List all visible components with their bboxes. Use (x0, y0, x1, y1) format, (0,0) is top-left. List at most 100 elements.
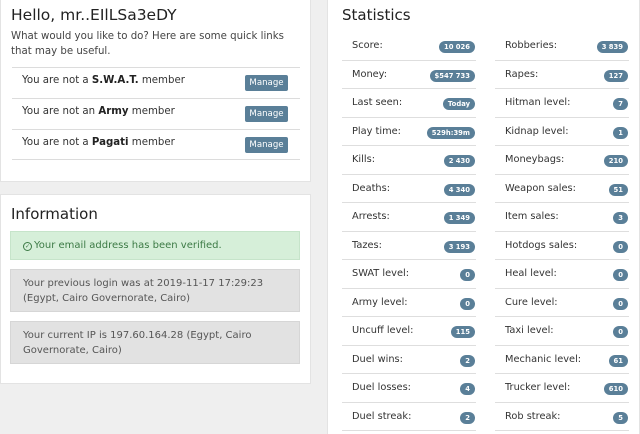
membership-text: You are not a S.W.A.T. member (22, 75, 185, 86)
stat-row-army-level: Army level: 0 (342, 289, 476, 317)
membership-row-pagati: You are not a Pagati member Manage (12, 129, 300, 160)
stat-label: Moneybags: (505, 154, 565, 165)
stat-label: Army level: (352, 296, 408, 308)
greeting-heading: Hello, mr..EIlLSa3eDY (11, 6, 177, 24)
check-circle-icon: ✓ (23, 242, 32, 251)
stat-value-badge: 1 (613, 126, 628, 139)
stat-row-mechanic-level: Mechanic level: 61 (495, 346, 629, 374)
stat-label: Duel streak: (352, 410, 412, 422)
stat-value-badge: 51 (608, 183, 628, 196)
stat-row-cure-level: Cure level: 0 (495, 289, 629, 317)
stat-label: Arrests: (352, 211, 390, 222)
information-title: Information (11, 205, 98, 223)
stat-label: Rob streak: (505, 410, 561, 422)
stat-label: SWAT level: (352, 268, 410, 279)
stat-row-deaths: Deaths: 4 340 (342, 175, 476, 203)
information-panel: Information ✓ Your email address has been… (0, 194, 311, 384)
stat-value-badge: 61 (608, 354, 628, 367)
stat-label: Cure level: (505, 296, 558, 308)
stat-row-trucker-level: Trucker level: 610 (495, 374, 629, 403)
manage-pagati-button[interactable]: Manage (245, 137, 288, 153)
stat-row-arrests: Arrests: 1 349 (342, 203, 476, 232)
stat-value-badge: 529h:39m (426, 126, 475, 139)
stat-value-badge: 2 (460, 411, 475, 424)
statistics-panel: Statistics Score: 10 026 Money: $547 733 Las… (327, 0, 640, 434)
stat-value-badge: 4 (460, 383, 475, 395)
stat-value-badge: 0 (613, 326, 628, 338)
stat-value-badge: 7 (613, 98, 628, 110)
membership-text: You are not a Pagati member (22, 137, 175, 148)
intro-text: What would you like to do? Here are some… (11, 31, 284, 57)
stat-value-badge: 0 (613, 297, 628, 310)
stat-label: Money: (352, 68, 388, 80)
stat-row-weapon-sales: Weapon sales: 51 (495, 175, 629, 203)
stat-label: Deaths: (352, 182, 391, 194)
stat-label: Last seen: (352, 97, 403, 108)
current-ip-alert: Your current IP is 197.60.164.28 (Egypt,… (10, 321, 300, 364)
stat-value-badge: 3 839 (596, 41, 628, 53)
stat-value-badge: 2 430 (443, 155, 475, 167)
stat-row-duel-losses: Duel losses: 4 (342, 374, 476, 403)
last-login-alert: Your previous login was at 2019-11-17 17… (10, 269, 300, 312)
stat-row-tazes: Tazes: 3 193 (342, 232, 476, 260)
stat-row-taxi-level: Taxi level: 0 (495, 317, 629, 346)
stat-label: Score: (352, 40, 383, 51)
group-name: Pagati (91, 137, 129, 148)
stat-value-badge: Today (442, 98, 475, 110)
stat-label: Duel wins: (352, 353, 403, 365)
stat-row-heal-level: Heal level: 0 (495, 260, 629, 289)
stat-value-badge: 115 (450, 326, 475, 338)
stat-row-moneybags: Moneybags: 210 (495, 146, 629, 175)
membership-row-army: You are not an Army member Manage (12, 98, 300, 129)
stat-row-kidnap-level: Kidnap level: 1 (495, 118, 629, 146)
stat-label: Hotdogs sales: (505, 239, 578, 251)
stat-row-last-seen: Last seen: Today (342, 89, 476, 118)
membership-text: You are not an Army member (22, 106, 175, 117)
manage-army-button[interactable]: Manage (245, 106, 288, 122)
stat-value-badge: 210 (603, 155, 628, 167)
stat-row-hotdogs-sales: Hotdogs sales: 0 (495, 232, 629, 260)
stat-row-money: Money: $547 733 (342, 61, 476, 89)
stat-row-hitman-level: Hitman level: 7 (495, 89, 629, 118)
stat-label: Play time: (352, 125, 401, 137)
stat-label: Kills: (352, 154, 375, 165)
stat-label: Weapon sales: (505, 182, 576, 194)
stat-label: Duel losses: (352, 382, 411, 393)
stat-value-badge: 0 (613, 240, 628, 253)
stat-row-swat-level: SWAT level: 0 (342, 260, 476, 289)
stat-label: Hitman level: (505, 97, 571, 108)
manage-swat-button[interactable]: Manage (245, 75, 288, 91)
stat-value-badge: 127 (603, 69, 628, 82)
stat-row-kills: Kills: 2 430 (342, 146, 476, 175)
stat-value-badge: 3 193 (443, 240, 475, 253)
stat-row-rapes: Rapes: 127 (495, 61, 629, 89)
stat-row-score: Score: 10 026 (342, 32, 476, 61)
stat-row-duel-wins: Duel wins: 2 (342, 346, 476, 374)
stat-row-rob-streak: Rob streak: 5 (495, 403, 629, 431)
stat-row-play-time: Play time: 529h:39m (342, 118, 476, 146)
stat-label: Mechanic level: (505, 353, 582, 365)
group-name: S.W.A.T. (91, 75, 139, 86)
stat-row-robberies: Robberies: 3 839 (495, 32, 629, 61)
membership-row-swat: You are not a S.W.A.T. member Manage (12, 67, 300, 98)
stat-label: Uncuff level: (352, 325, 414, 336)
stat-value-badge: 610 (603, 383, 628, 395)
stat-row-item-sales: Item sales: 3 (495, 203, 629, 232)
stat-value-badge: $547 733 (429, 69, 475, 82)
group-name: Army (98, 106, 129, 117)
stat-value-badge: 0 (460, 269, 475, 281)
stat-value-badge: 0 (613, 269, 628, 281)
stat-value-badge: 1 349 (443, 212, 475, 224)
stat-value-badge: 4 340 (443, 183, 475, 196)
stat-label: Kidnap level: (505, 125, 569, 137)
stat-label: Trucker level: (505, 382, 571, 393)
stat-value-badge: 2 (460, 354, 475, 367)
stat-value-badge: 10 026 (438, 41, 475, 53)
stat-label: Rapes: (505, 68, 539, 80)
email-verified-alert: ✓ Your email address has been verified. (10, 231, 300, 260)
stat-value-badge: 3 (613, 212, 628, 224)
stat-value-badge: 0 (460, 297, 475, 310)
email-verified-text: Your email address has been verified. (34, 240, 222, 251)
welcome-panel: Hello, mr..EIlLSa3eDY What would you lik… (0, 0, 311, 182)
stat-label: Robberies: (505, 40, 558, 51)
